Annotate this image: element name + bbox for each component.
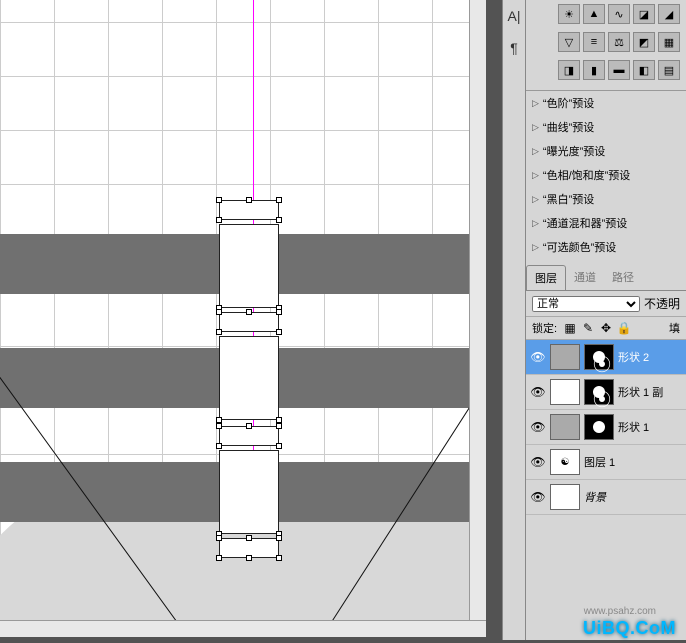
preset-bw[interactable]: ▷ “黑白”预设 bbox=[526, 187, 686, 211]
lock-move-icon[interactable]: ✥ bbox=[599, 321, 613, 335]
layers-panel: 图层 通道 路径 正常 不透明 锁定: ▦ ✎ ✥ 🔒 填 👁 形状 2 bbox=[526, 265, 686, 515]
layer-row-layer1[interactable]: 👁 ☯ 图层 1 bbox=[526, 445, 686, 480]
tab-channels[interactable]: 通道 bbox=[566, 265, 604, 290]
preset-label: “可选颜色”预设 bbox=[543, 239, 616, 255]
preset-label: “通道混和器”预设 bbox=[543, 215, 627, 231]
text-tool-icon[interactable]: A| bbox=[503, 0, 525, 32]
visibility-eye-icon[interactable]: 👁 bbox=[530, 384, 546, 400]
preset-curves[interactable]: ▷ “曲线”预设 bbox=[526, 115, 686, 139]
layer-row-background[interactable]: 👁 背景 bbox=[526, 480, 686, 515]
layer-thumb[interactable] bbox=[550, 414, 580, 440]
opacity-label: 不透明 bbox=[644, 295, 680, 312]
right-panel-group: ☀ ▲ ∿ ◪ ◢ ▽ ≡ ⚖ ◩ ▦ ◨ ▮ ▬ ◧ ▤ ▷ “色阶”预设 ▷ “… bbox=[526, 0, 686, 640]
paragraph-icon[interactable]: ¶ bbox=[503, 32, 525, 64]
fill-label: 填 bbox=[669, 320, 680, 336]
preset-channelmixer[interactable]: ▷ “通道混和器”预设 bbox=[526, 211, 686, 235]
preset-label: “色相/饱和度”预设 bbox=[543, 167, 630, 183]
disclosure-triangle-icon: ▷ bbox=[532, 218, 539, 229]
layer-name: 形状 2 bbox=[618, 349, 682, 365]
preset-label: “黑白”预设 bbox=[543, 191, 594, 207]
bw-icon[interactable]: ◩ bbox=[633, 32, 655, 52]
preset-label: “曲线”预设 bbox=[543, 119, 594, 135]
lock-brush-icon[interactable]: ✎ bbox=[581, 321, 595, 335]
photo-icon[interactable]: ▦ bbox=[658, 32, 680, 52]
visibility-eye-icon[interactable]: 👁 bbox=[530, 349, 546, 365]
vector-mask-thumb[interactable] bbox=[584, 344, 614, 370]
lock-transparent-icon[interactable]: ▦ bbox=[563, 321, 577, 335]
preset-label: “曝光度”预设 bbox=[543, 143, 605, 159]
disclosure-triangle-icon: ▷ bbox=[532, 194, 539, 205]
layer-row-shape2[interactable]: 👁 形状 2 bbox=[526, 340, 686, 375]
invert-icon[interactable]: ◨ bbox=[558, 60, 580, 80]
blend-mode-row: 正常 不透明 bbox=[526, 291, 686, 316]
visibility-eye-icon[interactable]: 👁 bbox=[530, 454, 546, 470]
watermark-url: www.psahz.com bbox=[584, 606, 656, 617]
layer-name: 形状 1 副 bbox=[618, 384, 682, 400]
disclosure-triangle-icon: ▷ bbox=[532, 122, 539, 133]
shape-rect-2[interactable] bbox=[219, 224, 279, 308]
disclosure-triangle-icon: ▷ bbox=[532, 242, 539, 253]
balance-icon[interactable]: ⚖ bbox=[608, 32, 630, 52]
adjustments-row-2: ▽ ≡ ⚖ ◩ ▦ bbox=[526, 28, 686, 56]
lock-row: 锁定: ▦ ✎ ✥ 🔒 填 bbox=[526, 316, 686, 340]
watermark-main: UiBQ.CoM bbox=[583, 618, 676, 639]
canvas-scrollbar-vertical[interactable] bbox=[469, 0, 486, 620]
preset-selcolor[interactable]: ▷ “可选颜色”预设 bbox=[526, 235, 686, 259]
preset-levels[interactable]: ▷ “色阶”预设 bbox=[526, 91, 686, 115]
shape-rect-6[interactable] bbox=[219, 450, 279, 534]
shape-rect-4[interactable] bbox=[219, 336, 279, 420]
threshold-icon[interactable]: ▬ bbox=[608, 60, 630, 80]
posterize-icon[interactable]: ▮ bbox=[583, 60, 605, 80]
canvas-scrollbar-horizontal[interactable] bbox=[0, 620, 486, 637]
sel-color-icon[interactable]: ▤ bbox=[658, 60, 680, 80]
layer-thumb[interactable] bbox=[550, 484, 580, 510]
preset-exposure[interactable]: ▷ “曝光度”预设 bbox=[526, 139, 686, 163]
tab-paths[interactable]: 路径 bbox=[604, 265, 642, 290]
layer-thumb[interactable] bbox=[550, 379, 580, 405]
layer-row-shape1[interactable]: 👁 形状 1 bbox=[526, 410, 686, 445]
curves-icon[interactable]: ∿ bbox=[608, 4, 630, 24]
brightness-icon[interactable]: ☀ bbox=[558, 4, 580, 24]
layer-name: 背景 bbox=[584, 489, 682, 505]
layer-thumb[interactable] bbox=[550, 344, 580, 370]
visibility-eye-icon[interactable]: 👁 bbox=[530, 489, 546, 505]
disclosure-triangle-icon: ▷ bbox=[532, 146, 539, 157]
lock-label: 锁定: bbox=[532, 320, 557, 336]
exposure-icon[interactable]: ◪ bbox=[633, 4, 655, 24]
preset-label: “色阶”预设 bbox=[543, 95, 594, 111]
shape-rect-3[interactable] bbox=[219, 312, 279, 332]
layer-name: 图层 1 bbox=[584, 454, 682, 470]
gradient-icon[interactable]: ◧ bbox=[633, 60, 655, 80]
vibrance-icon[interactable]: ▽ bbox=[558, 32, 580, 52]
canvas-viewport[interactable] bbox=[0, 0, 486, 620]
layer-row-shape1copy[interactable]: 👁 形状 1 副 bbox=[526, 375, 686, 410]
adjustments-row-3: ◨ ▮ ▬ ◧ ▤ bbox=[526, 56, 686, 84]
preset-list: ▷ “色阶”预设 ▷ “曲线”预设 ▷ “曝光度”预设 ▷ “色相/饱和度”预设 ▷ “黑… bbox=[526, 90, 686, 259]
collapsed-sidebar[interactable]: A| ¶ bbox=[502, 0, 526, 640]
layer-name: 形状 1 bbox=[618, 419, 682, 435]
blend-mode-select[interactable]: 正常 bbox=[532, 296, 640, 312]
layers-panel-tabs: 图层 通道 路径 bbox=[526, 265, 686, 291]
vector-mask-thumb[interactable] bbox=[584, 414, 614, 440]
disclosure-triangle-icon: ▷ bbox=[532, 98, 539, 109]
tab-layers[interactable]: 图层 bbox=[526, 265, 566, 290]
adjustments-row-1: ☀ ▲ ∿ ◪ ◢ bbox=[526, 0, 686, 28]
preset-huesat[interactable]: ▷ “色相/饱和度”预设 bbox=[526, 163, 686, 187]
more-icon[interactable]: ◢ bbox=[658, 4, 680, 24]
lock-all-icon[interactable]: 🔒 bbox=[617, 321, 631, 335]
hue-icon[interactable]: ≡ bbox=[583, 32, 605, 52]
vector-mask-thumb[interactable] bbox=[584, 379, 614, 405]
shape-rect-1[interactable] bbox=[219, 200, 279, 220]
shape-rect-5[interactable] bbox=[219, 426, 279, 446]
visibility-eye-icon[interactable]: 👁 bbox=[530, 419, 546, 435]
levels-icon[interactable]: ▲ bbox=[583, 4, 605, 24]
disclosure-triangle-icon: ▷ bbox=[532, 170, 539, 181]
layer-thumb[interactable]: ☯ bbox=[550, 449, 580, 475]
layer-list: 👁 形状 2 👁 形状 1 副 👁 形状 1 👁 ☯ 图层 1 bbox=[526, 340, 686, 515]
